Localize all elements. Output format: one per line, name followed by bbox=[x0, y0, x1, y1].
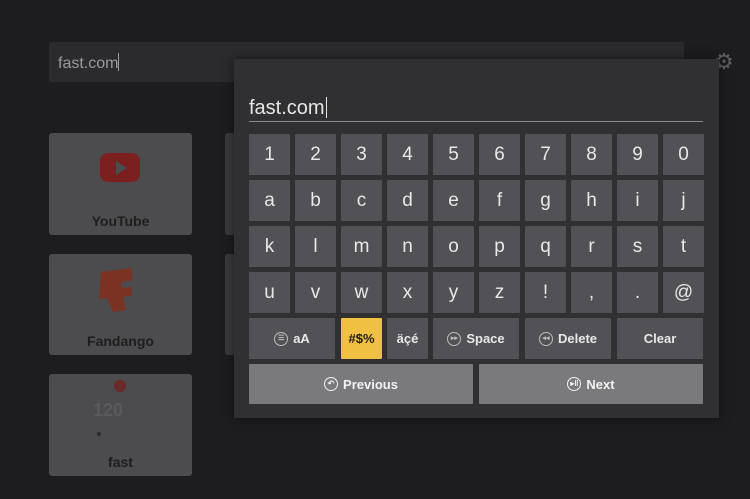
key-c[interactable]: c bbox=[341, 180, 382, 221]
accents-key[interactable]: äçé bbox=[387, 318, 428, 359]
delete-key[interactable]: ◂◂ Delete bbox=[525, 318, 611, 359]
tile-fandango[interactable]: Fandango bbox=[49, 254, 192, 355]
delete-key-label: Delete bbox=[557, 331, 598, 346]
key-z[interactable]: z bbox=[479, 272, 520, 313]
fast-tile-dot bbox=[97, 432, 101, 436]
key-g[interactable]: g bbox=[525, 180, 566, 221]
key-a[interactable]: a bbox=[249, 180, 290, 221]
tile-label: YouTube bbox=[91, 213, 150, 229]
key-x[interactable]: x bbox=[387, 272, 428, 313]
play-pause-icon: ▸ǁ bbox=[567, 377, 582, 391]
space-key-label: Space bbox=[466, 331, 505, 346]
key-s[interactable]: s bbox=[617, 226, 658, 267]
search-bar-text: fast.com bbox=[58, 55, 119, 72]
key-2[interactable]: 2 bbox=[295, 134, 336, 175]
keyboard-dialog: fast.com 1234567890 abcdefghij klmnopqrst u… bbox=[234, 59, 719, 418]
tile-label: Fandango bbox=[87, 333, 154, 349]
key-b[interactable]: b bbox=[295, 180, 336, 221]
input-caret bbox=[325, 97, 328, 118]
previous-button-label: Previous bbox=[343, 376, 398, 392]
key-q[interactable]: q bbox=[525, 226, 566, 267]
case-icon: ☰ bbox=[274, 331, 289, 346]
key-h[interactable]: h bbox=[571, 180, 612, 221]
fast-icon bbox=[114, 380, 126, 392]
keyboard-input-text: fast.com bbox=[249, 97, 325, 119]
key-w[interactable]: w bbox=[341, 272, 382, 313]
accents-key-label: äçé bbox=[396, 331, 419, 346]
key-,[interactable]: , bbox=[571, 272, 612, 313]
key-f[interactable]: f bbox=[479, 180, 520, 221]
back-icon: ↶ bbox=[324, 377, 339, 391]
key-r[interactable]: r bbox=[571, 226, 612, 267]
key-m[interactable]: m bbox=[341, 226, 382, 267]
next-button[interactable]: ▸ǁ Next bbox=[479, 364, 703, 404]
rewind-icon: ◂◂ bbox=[538, 331, 553, 346]
fast-forward-icon: ▸▸ bbox=[447, 331, 462, 346]
keyboard-input-field[interactable]: fast.com bbox=[249, 89, 703, 122]
key-k[interactable]: k bbox=[249, 226, 290, 267]
key-y[interactable]: y bbox=[433, 272, 474, 313]
key-i[interactable]: i bbox=[617, 180, 658, 221]
key-![interactable]: ! bbox=[525, 272, 566, 313]
case-key-label: aA bbox=[293, 331, 310, 346]
key-l[interactable]: l bbox=[295, 226, 336, 267]
key-7[interactable]: 7 bbox=[525, 134, 566, 175]
tile-youtube[interactable]: YouTube bbox=[49, 133, 192, 235]
tile-fast[interactable]: 120 fast bbox=[49, 374, 192, 476]
key-3[interactable]: 3 bbox=[341, 134, 382, 175]
key-e[interactable]: e bbox=[433, 180, 474, 221]
symbols-key[interactable]: #$% bbox=[341, 318, 382, 359]
search-caret bbox=[118, 53, 120, 71]
key-.[interactable]: . bbox=[617, 272, 658, 313]
key-o[interactable]: o bbox=[433, 226, 474, 267]
key-4[interactable]: 4 bbox=[387, 134, 428, 175]
key-p[interactable]: p bbox=[479, 226, 520, 267]
key-n[interactable]: n bbox=[387, 226, 428, 267]
key-1[interactable]: 1 bbox=[249, 134, 290, 175]
fast-tile-number: 120 bbox=[93, 400, 124, 420]
space-key[interactable]: ▸▸ Space bbox=[433, 318, 519, 359]
key-6[interactable]: 6 bbox=[479, 134, 520, 175]
key-0[interactable]: 0 bbox=[663, 134, 704, 175]
key-8[interactable]: 8 bbox=[571, 134, 612, 175]
symbols-key-label: #$% bbox=[348, 331, 375, 346]
key-5[interactable]: 5 bbox=[433, 134, 474, 175]
clear-key-label: Clear bbox=[643, 331, 677, 346]
key-d[interactable]: d bbox=[387, 180, 428, 221]
key-u[interactable]: u bbox=[249, 272, 290, 313]
tile-label: fast bbox=[108, 454, 133, 470]
fandango-icon bbox=[99, 268, 133, 312]
key-9[interactable]: 9 bbox=[617, 134, 658, 175]
key-j[interactable]: j bbox=[663, 180, 704, 221]
previous-button[interactable]: ↶ Previous bbox=[249, 364, 473, 404]
key-t[interactable]: t bbox=[663, 226, 704, 267]
clear-key[interactable]: Clear bbox=[617, 318, 703, 359]
key-@[interactable]: @ bbox=[663, 272, 704, 313]
youtube-icon bbox=[100, 153, 140, 182]
key-v[interactable]: v bbox=[295, 272, 336, 313]
next-button-label: Next bbox=[586, 376, 615, 392]
case-toggle-key[interactable]: ☰ aA bbox=[249, 318, 335, 359]
